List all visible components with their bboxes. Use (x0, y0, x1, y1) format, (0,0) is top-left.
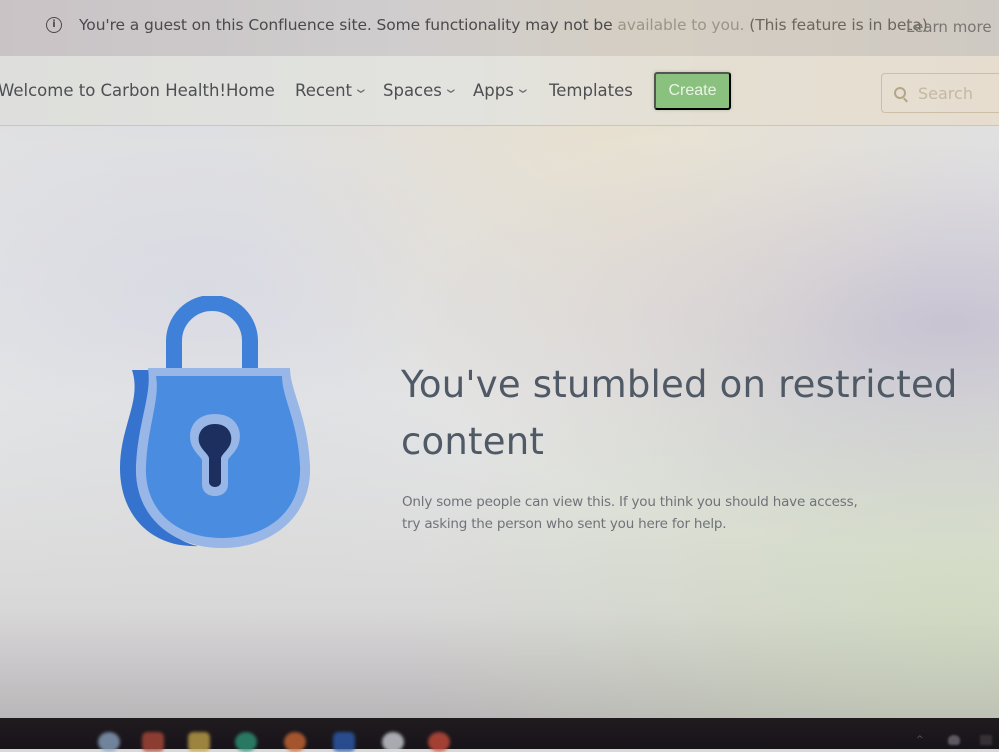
nav-templates[interactable]: Templates (549, 81, 633, 100)
taskbar: ^ (0, 718, 999, 752)
explanation-line-1: Only some people can view this. If you t… (402, 494, 858, 510)
nav-spaces[interactable]: Spaces ❯ (383, 81, 455, 100)
banner-beta-note: (This feature is in beta) (749, 16, 928, 34)
nav-apps-label: Apps (473, 81, 514, 100)
chevron-down-icon: ❯ (518, 87, 527, 94)
nav-recent-label: Recent (295, 81, 353, 100)
site-title-link[interactable]: Welcome to Carbon Health! (0, 81, 226, 100)
chrome-icon[interactable] (428, 732, 450, 752)
nav-recent[interactable]: Recent ❯ (295, 81, 365, 100)
nav-templates-label: Templates (549, 81, 633, 100)
app-icon[interactable] (142, 732, 164, 752)
tray-app-icon[interactable] (980, 735, 992, 745)
nav-home-label: Home (226, 81, 275, 100)
tray-chevron-icon[interactable]: ^ (916, 735, 928, 745)
banner-text-2: available to you. (617, 16, 750, 34)
page-title: You've stumbled on restricted content (401, 363, 958, 463)
create-button[interactable]: Create (654, 72, 731, 110)
learn-more-link[interactable]: Learn more (906, 18, 992, 36)
top-nav: Welcome to Carbon Health! Home Recent ❯ S… (0, 56, 999, 126)
search-input[interactable]: Search (881, 73, 999, 113)
word-icon[interactable] (333, 732, 355, 752)
screen: i You're a guest on this Confluence site… (0, 0, 999, 720)
guest-banner: i You're a guest on this Confluence site… (0, 0, 999, 56)
search-icon (894, 87, 906, 99)
banner-text-1: You're a guest on this Confluence site. … (79, 16, 618, 34)
restricted-explanation: Only some people can view this. If you t… (402, 491, 872, 535)
lock-shackle (166, 296, 258, 376)
explanation-line-2: try asking the person who sent you here … (402, 516, 727, 532)
browser-icon[interactable] (98, 732, 120, 752)
nav-home[interactable]: Home (226, 81, 275, 100)
nav-apps[interactable]: Apps ❯ (473, 81, 527, 100)
nav-spaces-label: Spaces (383, 81, 442, 100)
padlock-icon (120, 296, 311, 548)
file-explorer-icon[interactable] (188, 732, 210, 752)
info-icon: i (46, 17, 62, 33)
notification-app-icon[interactable] (382, 732, 404, 752)
search-placeholder: Search (918, 83, 973, 103)
chevron-down-icon: ❯ (446, 87, 455, 94)
tray-cloud-icon[interactable] (948, 735, 960, 745)
firefox-icon[interactable] (284, 732, 306, 752)
edge-icon[interactable] (235, 732, 257, 752)
guest-banner-message: You're a guest on this Confluence site. … (79, 16, 928, 34)
chevron-down-icon: ❯ (356, 87, 365, 94)
